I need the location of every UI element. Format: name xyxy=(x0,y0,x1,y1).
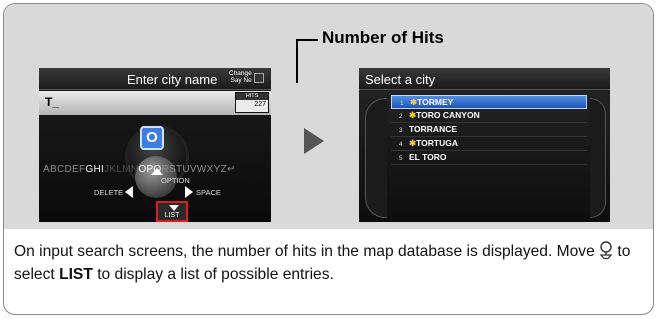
change-voice-hint[interactable]: Change Say Ne xyxy=(229,70,252,84)
list-button[interactable]: LIST xyxy=(156,201,188,222)
list-arrow-icon xyxy=(169,205,179,211)
joystick-icon xyxy=(599,241,613,260)
delete-label: DELETE xyxy=(94,188,124,197)
delete-arrow-icon[interactable] xyxy=(125,186,133,198)
enter-icon[interactable]: ↵ xyxy=(227,164,236,175)
list-label: LIST xyxy=(164,212,180,219)
caption-part-1: On input search screens, the number of h… xyxy=(14,243,600,260)
screen-header: Select a city xyxy=(359,68,610,90)
item-label: TORO CANYON xyxy=(416,110,480,120)
illustration-area: Number of Hits Enter city name Change Sa… xyxy=(4,4,653,229)
space-arrow-icon[interactable] xyxy=(185,186,193,198)
list-item[interactable]: 4 ✱TORTUGA xyxy=(391,137,587,151)
voice-icon xyxy=(254,73,264,83)
screen-header: Enter city name Change Say Ne xyxy=(39,68,271,90)
change-line-2: Say Ne xyxy=(230,77,252,84)
item-label: TORMEY xyxy=(417,97,454,107)
list-item[interactable]: 3 TORRANCE xyxy=(391,123,587,137)
callout-line xyxy=(296,39,318,41)
input-text: T_ xyxy=(45,95,60,109)
item-number: 2 xyxy=(399,113,403,120)
arrow-right-icon xyxy=(304,128,324,154)
option-arrow-icon[interactable] xyxy=(151,168,163,175)
letters-dim: JKLMN xyxy=(104,164,139,175)
caption-part-3: to display a list of possible entries. xyxy=(92,266,334,283)
callout-label: Number of Hits xyxy=(322,28,444,47)
item-label: EL TORO xyxy=(409,152,447,162)
list-item[interactable]: 2 ✱TORO CANYON xyxy=(391,109,587,123)
screen-title: Select a city xyxy=(365,72,436,87)
caption-text: On input search screens, the number of h… xyxy=(14,240,644,286)
screen-title: Enter city name xyxy=(127,72,218,87)
callout-line-vertical xyxy=(296,39,298,83)
list-frame-left xyxy=(365,98,387,218)
list-item[interactable]: 1 ✱TORMEY xyxy=(391,95,587,109)
item-label: TORTUGA xyxy=(416,138,458,148)
letters-highlight: GHI xyxy=(85,164,105,175)
hits-counter: HITS 227 xyxy=(235,92,269,113)
letters-before: ABCDEF xyxy=(43,164,86,175)
list-item[interactable]: 5 EL TORO xyxy=(391,151,587,165)
space-label: SPACE xyxy=(196,188,221,197)
city-list: 1 ✱TORMEY 2 ✱TORO CANYON 3 TORRANCE 4 ✱TORTU… xyxy=(391,95,587,165)
item-number: 5 xyxy=(399,155,403,162)
option-label: OPTION xyxy=(161,176,190,185)
info-panel: Number of Hits Enter city name Change Sa… xyxy=(3,3,654,315)
item-number: 4 xyxy=(399,141,403,148)
item-label: TORRANCE xyxy=(409,124,458,134)
hits-value: 227 xyxy=(254,101,266,108)
select-city-screen: Select a city 1 ✱TORMEY 2 ✱TORO CANYON 3 TO… xyxy=(359,68,610,222)
item-number: 3 xyxy=(399,127,403,134)
hits-label: HITS xyxy=(236,93,268,100)
caption-bold: LIST xyxy=(59,266,93,283)
list-frame-right xyxy=(590,98,606,218)
selected-letter[interactable]: O xyxy=(140,126,164,150)
change-line-1: Change xyxy=(229,70,252,77)
enter-city-screen: Enter city name Change Say Ne T_ HITS 22… xyxy=(39,68,271,222)
letters-after: RSTUVWXYZ xyxy=(161,164,227,175)
